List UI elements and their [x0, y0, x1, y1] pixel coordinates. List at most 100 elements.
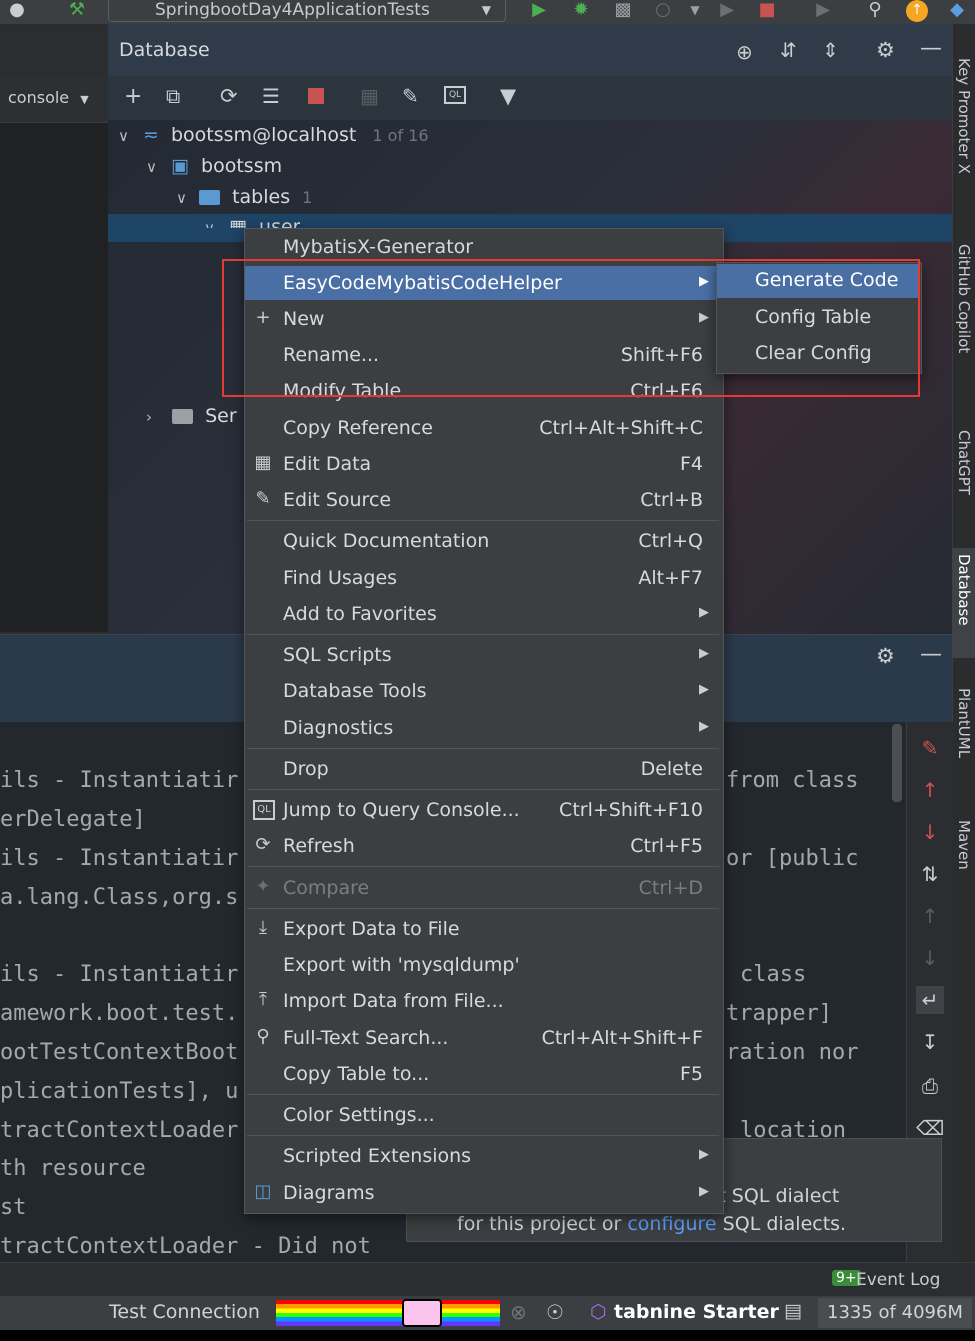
menu-item-copy-table-to[interactable]: Copy Table to... F5	[245, 1057, 721, 1091]
log-line-right: from class	[726, 768, 859, 793]
menu-item-refresh[interactable]: ⟳ Refresh Ctrl+F5	[245, 829, 721, 863]
jetbrains-toolbox-icon[interactable]: ◆	[946, 0, 968, 22]
log-line: erDelegate]	[0, 807, 146, 832]
no-events-icon[interactable]: ☉	[546, 1300, 564, 1324]
scrollbar[interactable]	[892, 724, 902, 802]
tab-github-copilot[interactable]: GitHub Copilot	[955, 244, 973, 353]
clear-icon[interactable]: ✎	[916, 734, 944, 762]
tree-node-table-user[interactable]: ∨ ▦ user	[204, 216, 300, 228]
tree-node-datasource[interactable]: ∨ ≂ bootssm@localhost 1 of 16	[118, 124, 429, 146]
tree-node-tables[interactable]: ∨ tables 1	[176, 186, 312, 208]
arrow-down-icon[interactable]: ↓	[916, 944, 944, 972]
build-hammer-icon[interactable]: ⚒	[66, 0, 88, 22]
memory-indicator[interactable]: 1335 of 4096M	[818, 1298, 972, 1328]
chevron-down-icon: ▼	[80, 93, 89, 106]
menu-item-edit-source[interactable]: ✎ Edit Source Ctrl+B	[245, 483, 721, 517]
chevron-down-icon: ∨	[118, 127, 129, 145]
collapse-all-icon[interactable]: ⇕	[822, 38, 839, 62]
coverage-icon[interactable]: ▩	[612, 0, 634, 22]
arrow-up-icon[interactable]: ↑	[916, 776, 944, 804]
menu-item-copy-reference[interactable]: Copy Reference Ctrl+Alt+Shift+C	[245, 411, 721, 445]
menu-separator	[247, 1094, 719, 1095]
console-selector[interactable]: console ▼	[8, 88, 89, 107]
menu-item-scripted-extensions[interactable]: Scripted Extensions ▶	[245, 1139, 721, 1173]
menu-item-full-text-search[interactable]: ⚲ Full-Text Search... Ctrl+Alt+Shift+F	[245, 1021, 721, 1055]
step-icon[interactable]: ▶	[716, 0, 738, 22]
filter-icon[interactable]: ▼	[500, 84, 516, 108]
copy-icon[interactable]: ⧉	[166, 84, 180, 108]
event-log-button[interactable]: Event Log	[856, 1270, 940, 1290]
menu-item-quick-documentation[interactable]: Quick Documentation Ctrl+Q	[245, 524, 721, 558]
shortcut: Ctrl+Alt+Shift+F	[541, 1027, 703, 1049]
add-icon[interactable]: +	[124, 84, 142, 109]
menu-separator	[247, 908, 719, 909]
gear-icon[interactable]: ⚙	[876, 644, 895, 668]
tab-database[interactable]: Database	[955, 554, 973, 626]
crosshair-icon[interactable]: ⊕	[736, 40, 753, 64]
chevron-right-icon: ▶	[699, 719, 709, 734]
schema-icon[interactable]: ☰	[262, 84, 280, 108]
print-icon[interactable]: ⎙	[916, 1072, 944, 1100]
run-icon[interactable]: ▶	[528, 0, 550, 22]
menu-item-export-data-to-file[interactable]: ⤓ Export Data to File	[245, 912, 721, 946]
chevron-right-icon: ▶	[699, 1184, 709, 1199]
user-icon[interactable]: ●	[6, 0, 28, 22]
table-icon[interactable]: ▦	[360, 84, 379, 108]
tabnine-status[interactable]: tabnine Starter	[614, 1301, 779, 1323]
tab-chatgpt[interactable]: ChatGPT	[955, 430, 973, 495]
pencil-icon: ✎	[255, 488, 271, 509]
arrow-up-icon[interactable]: ↑	[916, 902, 944, 930]
cancel-icon[interactable]: ⊗	[510, 1300, 527, 1324]
soft-wrap-icon[interactable]: ↵	[916, 986, 944, 1014]
configure-link[interactable]: configure	[627, 1213, 716, 1235]
test-connection-status[interactable]: Test Connection	[109, 1301, 260, 1323]
debug-icon[interactable]: ✹	[570, 0, 592, 22]
sort-icon[interactable]: ⇅	[916, 860, 944, 888]
chevron-down-icon: ∨	[176, 189, 187, 207]
minimize-icon[interactable]: —	[920, 36, 942, 61]
chevron-right-icon: ▶	[699, 646, 709, 661]
menu-item-edit-data[interactable]: ▦ Edit Data F4	[245, 447, 721, 481]
tab-maven[interactable]: Maven	[955, 820, 973, 870]
chevron-right-icon: ▶	[699, 605, 709, 620]
search-icon[interactable]: ⚲	[864, 0, 886, 22]
query-console-icon[interactable]: QL	[444, 86, 466, 104]
menu-item-diagnostics[interactable]: Diagnostics ▶	[245, 711, 721, 745]
menu-item-drop[interactable]: Drop Delete	[245, 752, 721, 786]
run-configuration-selector[interactable]: SpringbootDay4ApplicationTests ▼	[108, 0, 506, 22]
refresh-icon[interactable]: ⟳	[220, 84, 238, 108]
menu-item-jump-to-query-console[interactable]: QL Jump to Query Console... Ctrl+Shift+F…	[245, 793, 721, 827]
tree-node-schema[interactable]: ∨ ▣ bootssm	[146, 155, 282, 177]
profile-icon[interactable]: ○	[652, 0, 674, 22]
lock-icon[interactable]: ▤	[784, 1300, 802, 1322]
stop-icon[interactable]: ■	[756, 0, 778, 22]
menu-separator	[247, 789, 719, 790]
expand-all-icon[interactable]: ⇵	[780, 38, 797, 62]
arrow-down-icon[interactable]: ↓	[916, 818, 944, 846]
log-line: ootTestContextBoot	[0, 1040, 239, 1065]
taskbar-edge	[0, 1330, 975, 1341]
menu-item-find-usages[interactable]: Find Usages Alt+F7	[245, 561, 721, 595]
menu-item-database-tools[interactable]: Database Tools ▶	[245, 674, 721, 708]
edit-icon[interactable]: ✎	[402, 84, 419, 108]
log-line: amework.boot.test.	[0, 1001, 239, 1026]
scroll-to-end-icon[interactable]: ↧	[916, 1028, 944, 1056]
stop-icon[interactable]	[308, 88, 324, 104]
menu-item-import-data[interactable]: ⤒ Import Data from File...	[245, 984, 721, 1018]
menu-item-sql-scripts[interactable]: SQL Scripts ▶	[245, 638, 721, 672]
tab-plantuml[interactable]: PlantUML	[955, 688, 973, 758]
tree-node-server-objects[interactable]: › Ser	[146, 405, 237, 427]
gear-icon[interactable]: ⚙	[876, 38, 895, 62]
tab-key-promoter[interactable]: Key Promoter X	[955, 58, 973, 174]
attach-icon[interactable]: ▶	[812, 0, 834, 22]
menu-item-compare[interactable]: ✦ Compare Ctrl+D	[245, 871, 721, 905]
minimize-icon[interactable]: —	[920, 642, 942, 667]
chevron-down-icon[interactable]: ▼	[684, 0, 706, 22]
schema-label: bootssm	[201, 155, 283, 177]
menu-item-add-to-favorites[interactable]: Add to Favorites ▶	[245, 597, 721, 631]
menu-item-export-mysqldump[interactable]: Export with 'mysqldump'	[245, 948, 721, 982]
menu-item-color-settings[interactable]: Color Settings...	[245, 1098, 721, 1132]
highlight-annotation-box	[222, 259, 920, 397]
update-icon[interactable]: ↑	[906, 0, 928, 22]
menu-item-diagrams[interactable]: ◫ Diagrams ▶	[245, 1176, 721, 1210]
